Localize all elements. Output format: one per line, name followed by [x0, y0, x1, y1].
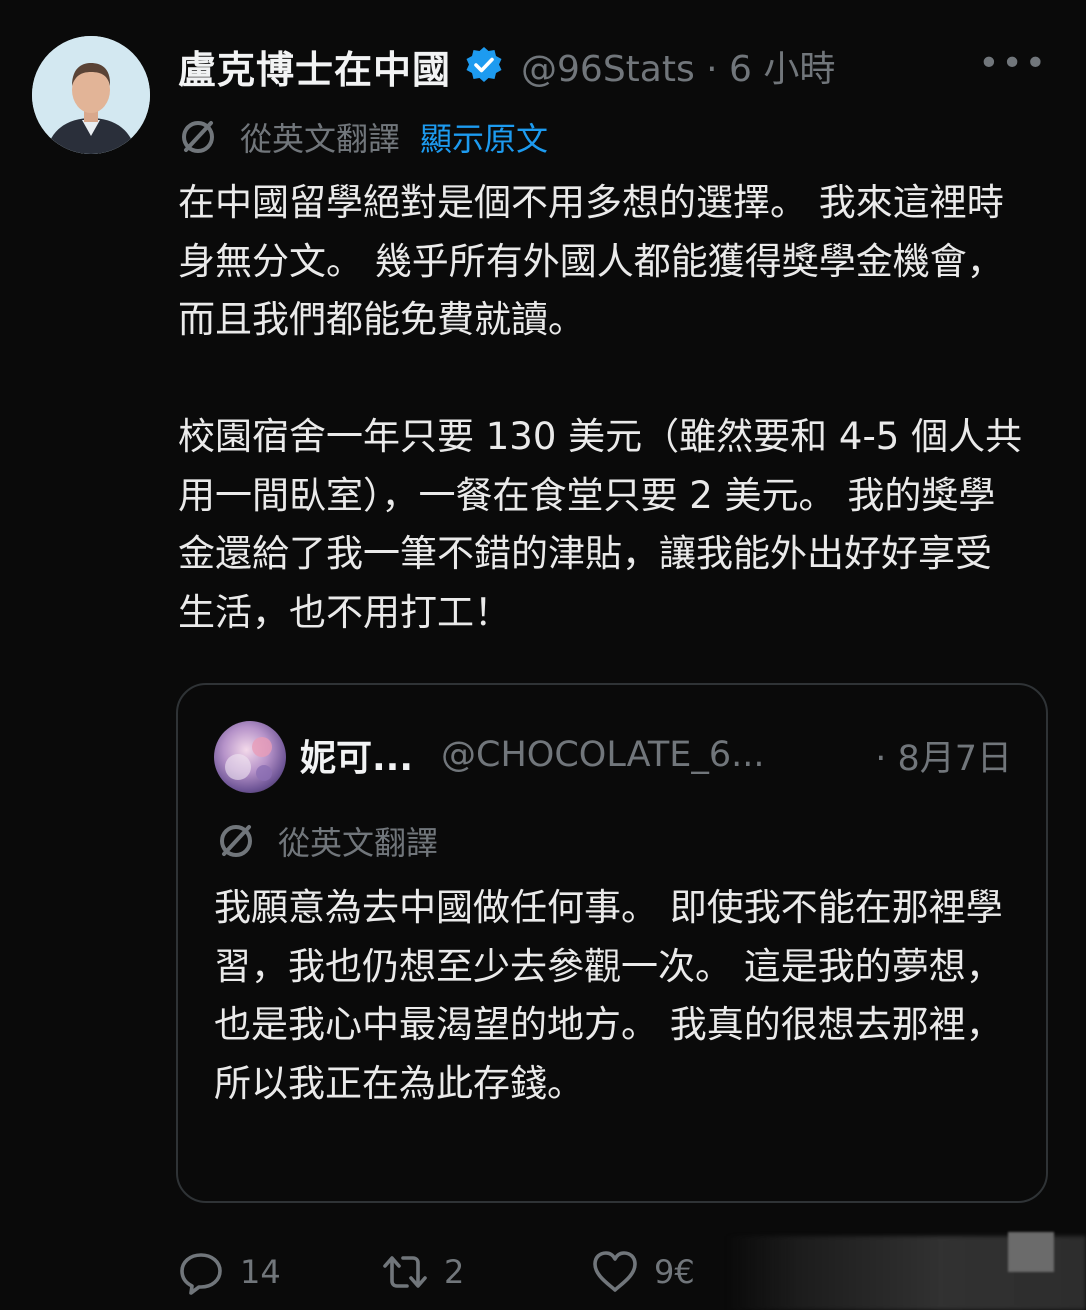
more-options-icon[interactable]: ••• — [978, 46, 1048, 82]
quoted-tweet-date[interactable]: · 8月7日 — [875, 730, 1012, 781]
author-handle-and-time[interactable]: @96Stats · 6 小時 — [521, 40, 835, 92]
retweet-icon — [383, 1256, 427, 1288]
tweet-text: 在中國留學絕對是個不用多想的選擇。 我來這裡時身無分文。 幾乎所有外國人都能獲得… — [178, 174, 1028, 642]
reply-button[interactable]: 14 — [176, 1247, 380, 1297]
quoted-tweet-text: 我願意為去中國做任何事。 即使我不能在那裡學習，我也仍想至少去參觀一次。 這是我… — [214, 879, 1014, 1113]
author-name[interactable]: 盧克博士在中國 — [178, 39, 451, 94]
like-button[interactable]: 9€ — [590, 1247, 730, 1297]
avatar-image — [32, 36, 150, 154]
quoted-author-avatar[interactable] — [214, 721, 286, 793]
retweet-button[interactable]: 2 — [380, 1247, 590, 1297]
translated-from-label: 從英文翻譯 — [240, 120, 401, 158]
translate-icon — [216, 821, 256, 861]
quoted-author-name[interactable]: 妮可... — [300, 729, 413, 781]
author-avatar[interactable] — [32, 36, 150, 154]
quoted-author-handle[interactable]: @CHOCOLATE_6... — [441, 735, 764, 775]
blurred-block — [1008, 1232, 1054, 1272]
retweet-count: 2 — [444, 1253, 465, 1291]
quoted-tweet-header: 妮可... @CHOCOLATE_6... · 8月7日 — [300, 729, 1012, 781]
tweet-paragraph: 在中國留學絕對是個不用多想的選擇。 我來這裡時身無分文。 幾乎所有外國人都能獲得… — [178, 181, 1004, 341]
translation-row: 從英文翻譯 顯示原文 — [178, 114, 548, 160]
tweet-action-bar: 14 2 9€ — [176, 1244, 730, 1300]
tweet-paragraph: 校園宿舍一年只要 130 美元（雖然要和 4-5 個人共用一間臥室），一餐在食堂… — [178, 415, 1023, 634]
tweet-header: 盧克博士在中國 @96Stats · 6 小時 — [178, 38, 835, 94]
quoted-translation-row: 從英文翻譯 — [216, 819, 438, 863]
reply-count: 14 — [240, 1253, 281, 1291]
translate-icon — [178, 117, 218, 157]
quoted-translated-from-label: 從英文翻譯 — [278, 824, 439, 862]
quoted-tweet-paragraph: 我願意為去中國做任何事。 即使我不能在那裡學習，我也仍想至少去參觀一次。 這是我… — [214, 886, 1003, 1105]
reply-icon — [180, 1253, 222, 1295]
quoted-tweet[interactable]: 妮可... @CHOCOLATE_6... · 8月7日 從英文翻譯 我願意為去… — [176, 683, 1048, 1203]
show-original-link[interactable]: 顯示原文 — [420, 114, 548, 160]
heart-icon — [593, 1251, 637, 1292]
quoted-avatar-image — [214, 721, 286, 793]
like-count: 9€ — [654, 1253, 695, 1291]
verified-badge-icon — [463, 45, 505, 87]
